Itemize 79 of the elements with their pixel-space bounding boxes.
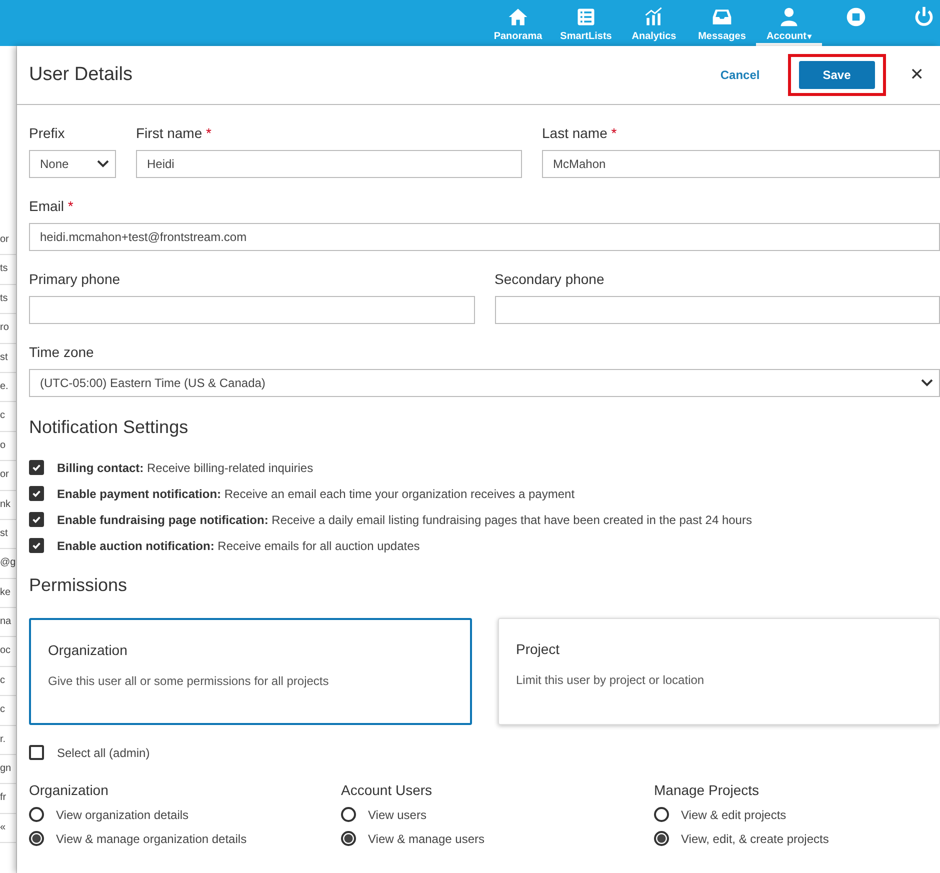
- radio-button[interactable]: [341, 807, 356, 822]
- input-field[interactable]: McMahon: [542, 150, 940, 178]
- radio-button[interactable]: [654, 831, 669, 846]
- scope-card[interactable]: Project Limit this user by project or location: [498, 618, 940, 725]
- checkbox-label: Enable auction notification: Receive emails for all auction updates: [57, 538, 420, 552]
- radio-button[interactable]: [654, 807, 669, 822]
- input-field[interactable]: [494, 296, 940, 324]
- list-text: or: [0, 226, 16, 256]
- list-text: na: [0, 608, 16, 638]
- check-icon: [31, 462, 42, 473]
- radio-label: View, edit, & create projects: [681, 832, 829, 846]
- list-text: e.: [0, 372, 16, 402]
- checkbox[interactable]: [29, 460, 44, 475]
- save-button[interactable]: Save: [798, 61, 875, 89]
- power-icon: [913, 6, 935, 28]
- input-field[interactable]: Heidi: [136, 150, 522, 178]
- chevron-icon: [921, 379, 933, 387]
- list-text: ts: [0, 284, 16, 314]
- radio-button[interactable]: [29, 807, 44, 822]
- list-text: @g: [0, 549, 16, 579]
- group-heading: Manage Projects: [654, 782, 760, 798]
- input-field[interactable]: heidi.mcmahon+test@frontstream.com: [29, 223, 940, 251]
- list-text: ke: [0, 578, 16, 608]
- list-text: nk: [0, 490, 16, 520]
- radio-button[interactable]: [29, 831, 44, 846]
- radio-label: View & manage organization details: [56, 832, 247, 846]
- list-text: st: [0, 520, 16, 550]
- scope-card[interactable]: Organization Give this user all or some permissions for all projects: [29, 618, 472, 725]
- section-heading: Notification Settings: [29, 417, 190, 438]
- prefix-select[interactable]: None: [29, 150, 116, 178]
- list-text: r.: [0, 726, 16, 756]
- user-icon: [778, 6, 800, 28]
- list-text: oc: [0, 637, 16, 667]
- field-label: Secondary phone: [494, 271, 606, 287]
- checkbox[interactable]: [29, 486, 44, 501]
- radio-label: View & manage users: [368, 832, 485, 846]
- list-icon: [575, 6, 597, 28]
- cancel-link[interactable]: Cancel: [720, 68, 760, 82]
- radio-button[interactable]: [341, 831, 356, 846]
- stop-icon: [845, 6, 867, 28]
- check-icon: [31, 514, 42, 525]
- panel-title: User Details: [29, 64, 134, 86]
- group-heading: Organization: [29, 782, 110, 798]
- list-text: ts: [0, 255, 16, 285]
- field-label: Time zone: [29, 344, 95, 360]
- list-text: gn: [0, 755, 16, 784]
- check-icon: [31, 488, 42, 499]
- list-text: fr: [0, 784, 16, 814]
- time-zone-select[interactable]: (UTC-05:00) Eastern Time (US & Canada): [29, 369, 940, 397]
- section-heading: Permissions: [29, 575, 128, 596]
- field-label: Email *: [29, 198, 74, 214]
- radio-label: View & edit projects: [681, 808, 786, 822]
- check-icon: [31, 540, 42, 551]
- checkbox-label: Select all (admin): [57, 746, 150, 760]
- checkbox[interactable]: [29, 512, 44, 527]
- list-text: c: [0, 666, 16, 696]
- list-text: c: [0, 402, 16, 432]
- checkbox[interactable]: [29, 538, 44, 553]
- radio-label: View users: [368, 808, 426, 822]
- list-text: st: [0, 344, 16, 373]
- radio-label: View organization details: [56, 808, 189, 822]
- field-label: Last name *: [542, 125, 618, 141]
- field-label: Primary phone: [29, 271, 122, 287]
- list-text: ro: [0, 314, 16, 344]
- home-icon: [507, 6, 529, 28]
- field-label: Prefix: [29, 125, 66, 141]
- list-text: «: [0, 814, 16, 844]
- list-text: c: [0, 696, 16, 726]
- checkbox-label: Enable payment notification: Receive an email each time your organization receives a payment: [57, 486, 575, 500]
- close-button[interactable]: ✕: [904, 64, 930, 86]
- list-text: o: [0, 432, 16, 462]
- field-label: First name *: [136, 125, 212, 141]
- checkbox[interactable]: [29, 745, 44, 760]
- chevron-icon: [97, 160, 109, 168]
- input-field[interactable]: [29, 296, 474, 324]
- list-text: or: [0, 461, 16, 491]
- checkbox-label: Billing contact: Receive billing-related inquiries: [57, 460, 314, 474]
- group-heading: Account Users: [341, 782, 434, 798]
- checkbox-label: Enable fundraising page notification: Receive a daily email listing fundraising pages that have been created in the past 24 hours: [57, 512, 752, 526]
